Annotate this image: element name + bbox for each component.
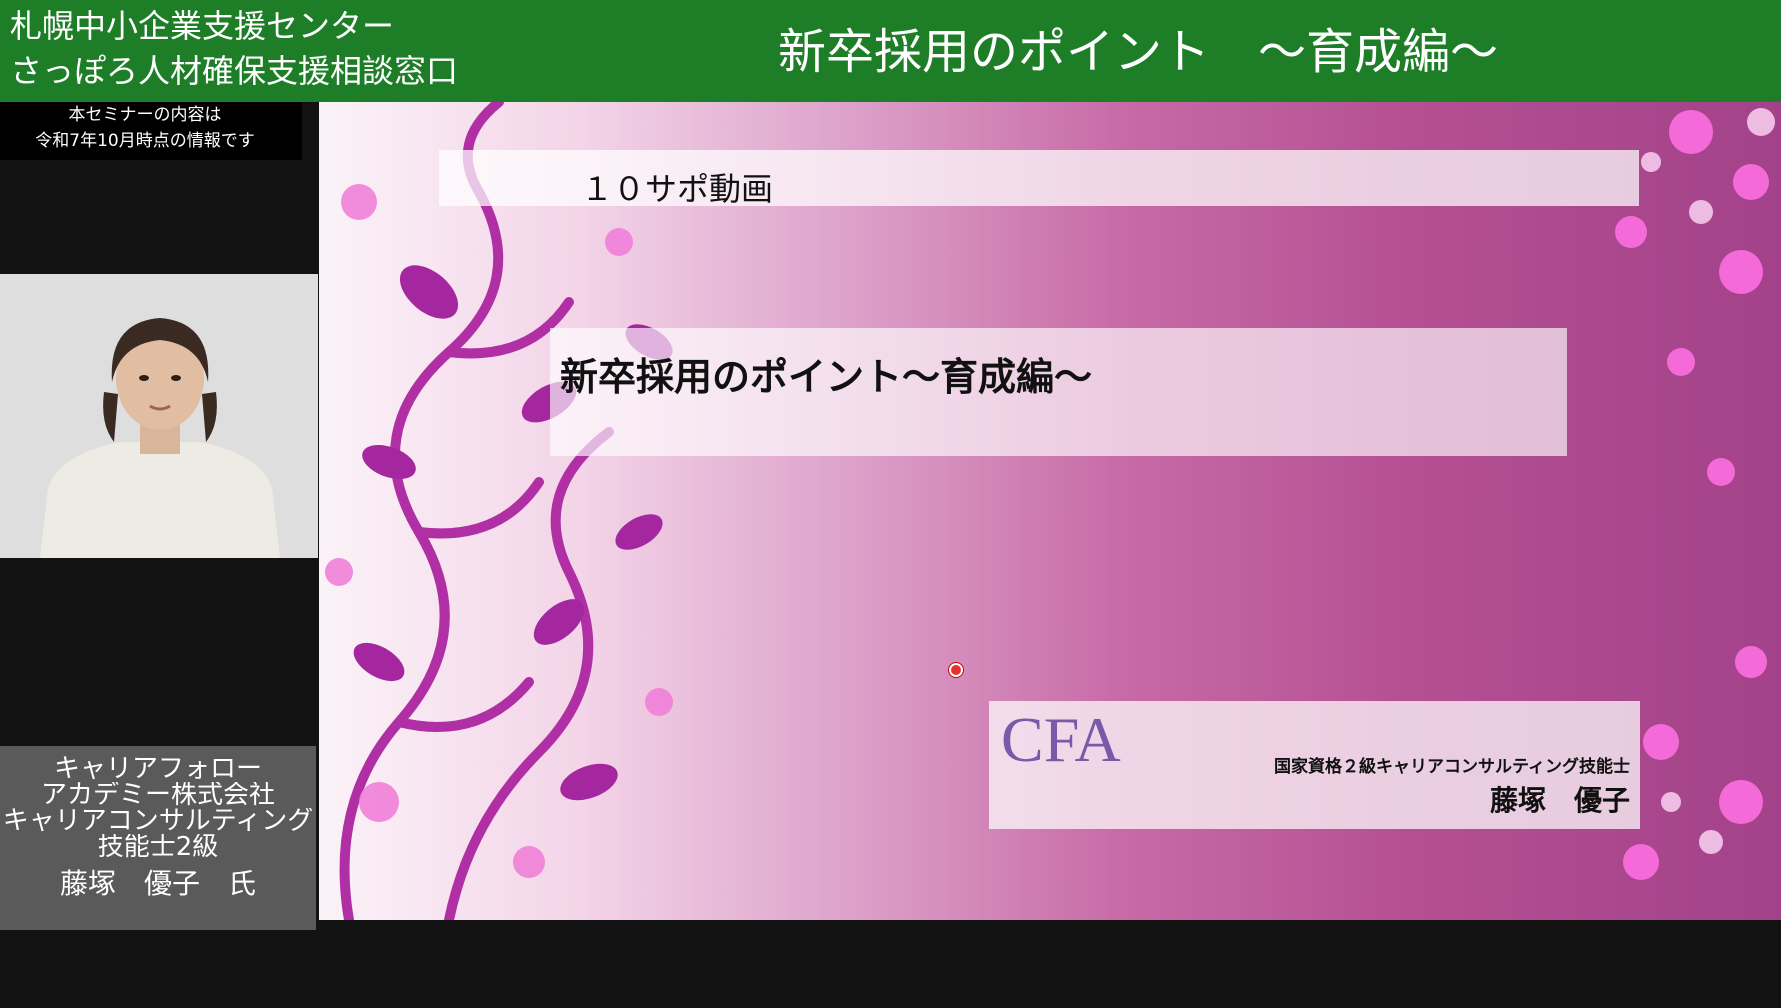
org-name-line2: さっぽろ人材確保支援相談窓口 [10,52,459,90]
speaker-name: 藤塚 優子 氏 [59,867,256,900]
top-banner: 札幌中小企業支援センター さっぽろ人材確保支援相談窓口 新卒採用のポイント ～育… [0,0,1781,102]
cfa-logo: CFA [1001,704,1121,775]
series-label: １０サポ動画 [581,170,774,208]
speaker-caption: キャリアフォロー アカデミー株式会社 キャリアコンサルティング 技能士2級 藤塚… [0,746,316,930]
floral-vine-decoration [325,102,673,920]
info-notice: 本セミナーの内容は 令和7年10月時点の情報です [0,102,302,160]
presentation-slide: １０サポ動画 新卒採用のポイント～育成編～ CFA 国家資格２級キャリアコンサル… [319,102,1781,920]
speaker-video-image [0,274,318,558]
presenter-qualification: 国家資格２級キャリアコンサルティング技能士 [1274,757,1630,777]
notice-line1: 本セミナーの内容は [68,105,222,125]
notice-line2: 令和7年10月時点の情報です [35,131,255,151]
presenter-name: 藤塚 優子 [1489,784,1630,817]
series-label-band: １０サポ動画 [439,150,1639,208]
qualification-line2: 技能士2級 [97,834,219,860]
presenter-credit-band: CFA 国家資格２級キャリアコンサルティング技能士 藤塚 優子 [989,701,1640,829]
company-line2: アカデミー株式会社 [40,782,275,808]
qualification-line1: キャリアコンサルティング [2,808,314,834]
company-line1: キャリアフォロー [53,756,262,782]
laser-pointer-icon [949,663,963,677]
seminar-title: 新卒採用のポイント ～育成編～ [778,24,1499,80]
org-name-line1: 札幌中小企業支援センター [10,7,395,45]
slide-title-band: 新卒採用のポイント～育成編～ [550,328,1567,456]
slide-title: 新卒採用のポイント～育成編～ [560,355,1093,399]
speaker-video [0,274,318,558]
